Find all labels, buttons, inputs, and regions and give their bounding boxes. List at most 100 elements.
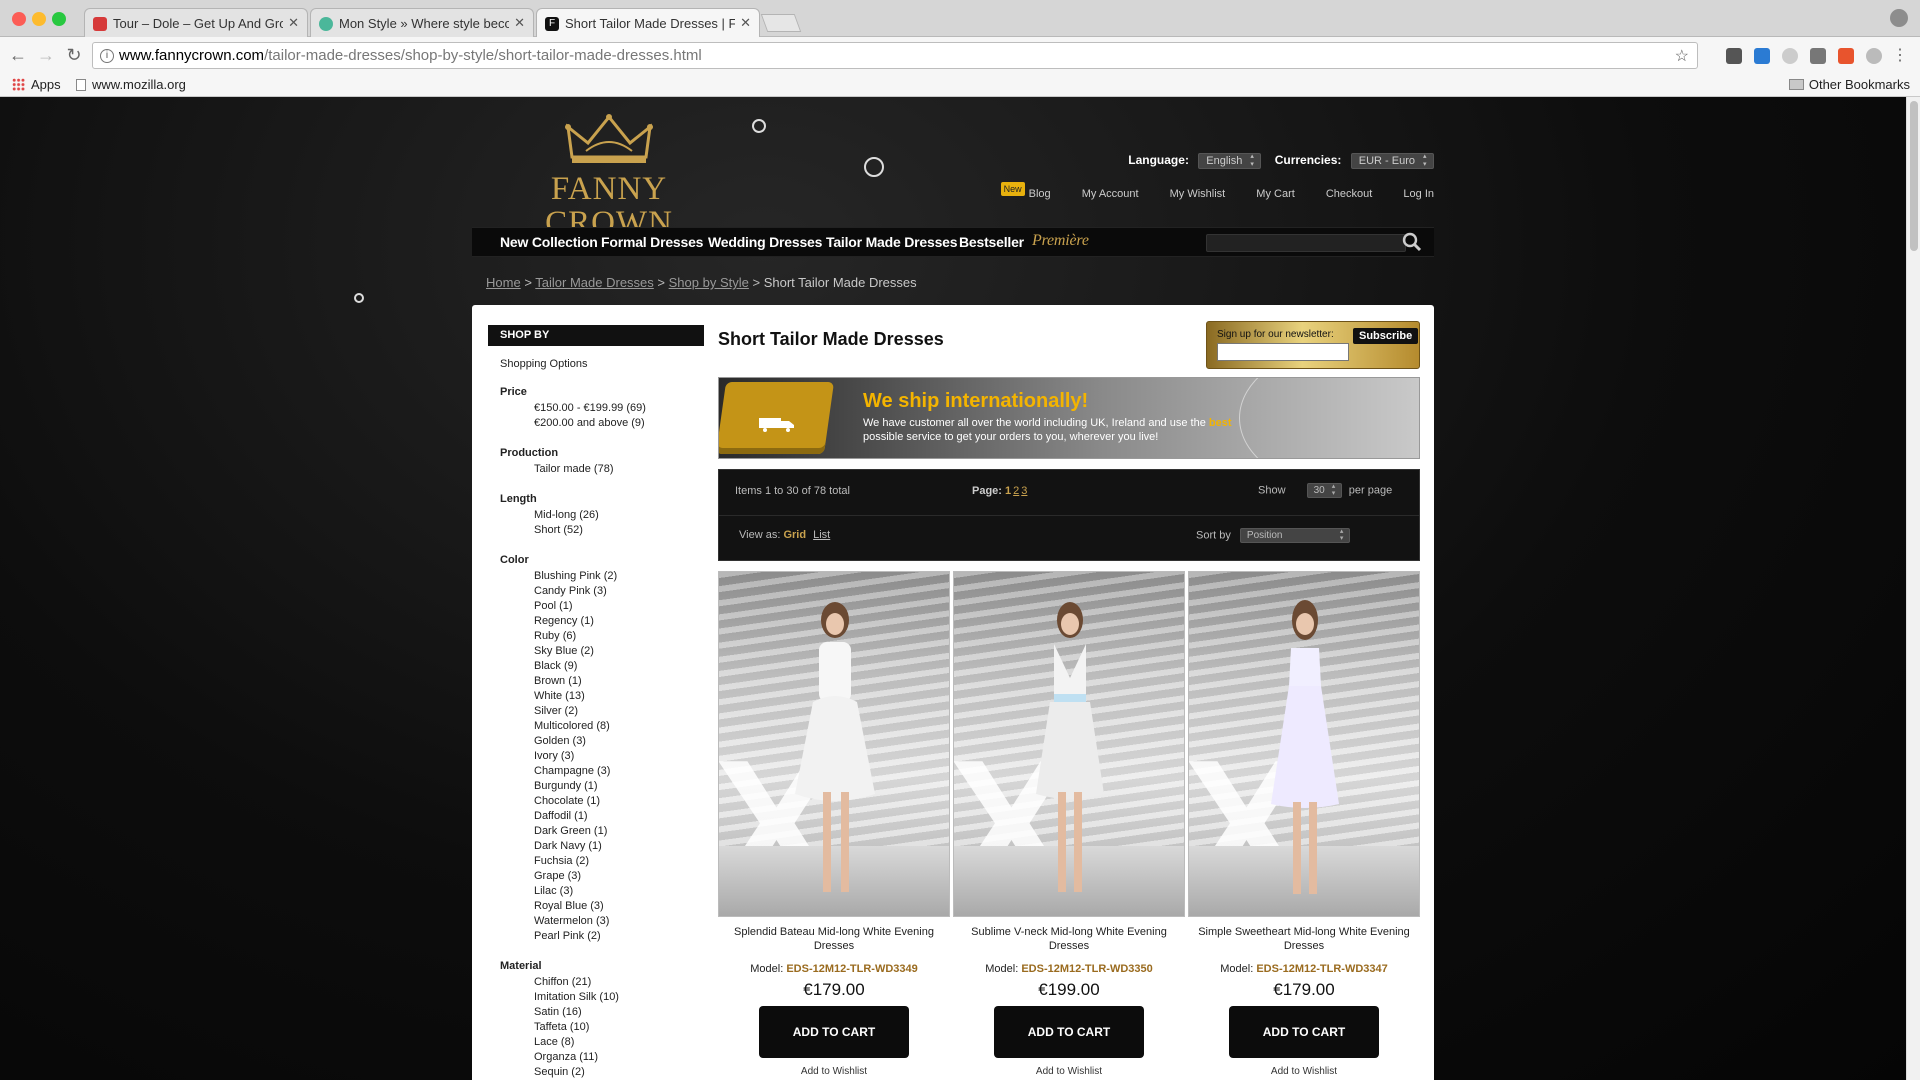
filter-option[interactable]: €150.00 - €199.99 (69) bbox=[534, 401, 704, 416]
maximize-window-button[interactable] bbox=[52, 12, 66, 26]
page-2-link[interactable]: 2 bbox=[1013, 485, 1019, 497]
nav-wedding-dresses[interactable]: Wedding Dresses bbox=[708, 234, 822, 250]
product-image[interactable]: X bbox=[1188, 571, 1420, 917]
menu-kebab-icon[interactable]: ⋮ bbox=[1890, 45, 1910, 65]
bookmark-other[interactable]: Other Bookmarks bbox=[1788, 77, 1910, 92]
filter-option[interactable]: Golden (3) bbox=[534, 734, 704, 749]
add-to-wishlist-link[interactable]: Add to Wishlist bbox=[953, 1066, 1185, 1077]
filter-option[interactable]: Imitation Silk (10) bbox=[534, 990, 704, 1005]
breadcrumb-home[interactable]: Home bbox=[486, 275, 521, 290]
filter-option[interactable]: Brown (1) bbox=[534, 674, 704, 689]
tab-fanny-crown[interactable]: F Short Tailor Made Dresses | Fanny Crow… bbox=[536, 8, 760, 37]
filter-option[interactable]: Chiffon (21) bbox=[534, 975, 704, 990]
minimize-window-button[interactable] bbox=[32, 12, 46, 26]
filter-option[interactable]: Satin (16) bbox=[534, 1005, 704, 1020]
address-bar[interactable]: i www.fannycrown.com/tailor-made-dresses… bbox=[92, 42, 1698, 69]
bookmark-apps[interactable]: Apps bbox=[12, 77, 61, 92]
filter-option[interactable]: Daffodil (1) bbox=[534, 809, 704, 824]
product-image[interactable]: X bbox=[718, 571, 950, 917]
filter-option[interactable]: Dark Navy (1) bbox=[534, 839, 704, 854]
extension-dot-icon[interactable] bbox=[1866, 48, 1882, 64]
add-to-cart-button[interactable]: ADD TO CART bbox=[1229, 1006, 1379, 1058]
filter-option[interactable]: Mid-long (26) bbox=[534, 508, 704, 523]
filter-option[interactable]: Pearl Pink (2) bbox=[534, 929, 704, 944]
nav-premiere[interactable]: Première bbox=[1032, 232, 1089, 250]
tab-mon-style[interactable]: Mon Style » Where style becomes ✕ bbox=[310, 8, 534, 37]
filter-option[interactable]: Burgundy (1) bbox=[534, 779, 704, 794]
page-scrollbar[interactable] bbox=[1906, 97, 1920, 1080]
filter-option[interactable]: Champagne (3) bbox=[534, 764, 704, 779]
reload-icon[interactable]: ↻ bbox=[64, 45, 84, 66]
add-to-wishlist-link[interactable]: Add to Wishlist bbox=[1188, 1066, 1420, 1077]
language-select[interactable]: English bbox=[1198, 153, 1262, 169]
filter-option[interactable]: Ruby (6) bbox=[534, 629, 704, 644]
new-tab-button[interactable] bbox=[760, 14, 802, 32]
info-icon[interactable]: i bbox=[100, 49, 114, 63]
nav-formal-dresses[interactable]: Formal Dresses bbox=[601, 234, 703, 250]
subscribe-button[interactable]: Subscribe bbox=[1353, 328, 1419, 344]
bookmark-star-icon[interactable]: ☆ bbox=[1675, 46, 1689, 66]
product-name[interactable]: Sublime V-neck Mid-long White Evening Dr… bbox=[953, 925, 1185, 953]
breadcrumb-shop-by-style[interactable]: Shop by Style bbox=[669, 275, 749, 290]
log-in-link[interactable]: Log In bbox=[1403, 188, 1434, 200]
product-image[interactable]: X bbox=[953, 571, 1185, 917]
close-tab-icon[interactable]: ✕ bbox=[514, 15, 525, 31]
view-list-link[interactable]: List bbox=[813, 529, 830, 541]
newsletter-email-input[interactable] bbox=[1217, 343, 1349, 361]
filter-option[interactable]: Regency (1) bbox=[534, 614, 704, 629]
forward-arrow-icon[interactable]: → bbox=[36, 45, 56, 66]
nav-tailor-made-dresses[interactable]: Tailor Made Dresses bbox=[826, 234, 958, 250]
filter-option[interactable]: Royal Blue (3) bbox=[534, 899, 704, 914]
filter-option[interactable]: Watermelon (3) bbox=[534, 914, 704, 929]
nav-new-collection[interactable]: New Collection bbox=[500, 234, 598, 250]
profile-icon[interactable] bbox=[1890, 9, 1908, 27]
breadcrumb-tailor-made[interactable]: Tailor Made Dresses bbox=[535, 275, 654, 290]
filter-option[interactable]: White (13) bbox=[534, 689, 704, 704]
filter-option[interactable]: Tailor made (78) bbox=[534, 462, 704, 477]
filter-option[interactable]: Pool (1) bbox=[534, 599, 704, 614]
filter-option[interactable]: Silver (2) bbox=[534, 704, 704, 719]
filter-option[interactable]: Black (9) bbox=[534, 659, 704, 674]
filter-option[interactable]: Blushing Pink (2) bbox=[534, 569, 704, 584]
filter-option[interactable]: Dark Green (1) bbox=[534, 824, 704, 839]
add-to-cart-button[interactable]: ADD TO CART bbox=[759, 1006, 909, 1058]
back-arrow-icon[interactable]: ← bbox=[8, 45, 28, 66]
filter-option[interactable]: Fuchsia (2) bbox=[534, 854, 704, 869]
filter-option[interactable]: Ivory (3) bbox=[534, 749, 704, 764]
per-page-select[interactable]: 30 bbox=[1306, 483, 1342, 498]
my-cart-link[interactable]: My Cart bbox=[1256, 188, 1295, 200]
filter-option[interactable]: Short (52) bbox=[534, 523, 704, 538]
shipping-banner[interactable]: We ship internationally! We have custome… bbox=[718, 377, 1420, 459]
filter-option[interactable]: Organza (11) bbox=[534, 1050, 704, 1065]
filter-option[interactable]: €200.00 and above (9) bbox=[534, 416, 704, 431]
filter-option[interactable]: Candy Pink (3) bbox=[534, 584, 704, 599]
filter-option[interactable]: Chocolate (1) bbox=[534, 794, 704, 809]
close-window-button[interactable] bbox=[12, 12, 26, 26]
tab-dole[interactable]: Tour – Dole – Get Up And Grow ✕ bbox=[84, 8, 308, 37]
close-tab-icon[interactable]: ✕ bbox=[288, 15, 299, 31]
bookmark-mozilla[interactable]: www.mozilla.org bbox=[76, 77, 186, 92]
checkout-link[interactable]: Checkout bbox=[1326, 188, 1372, 200]
add-to-cart-button[interactable]: ADD TO CART bbox=[994, 1006, 1144, 1058]
my-account-link[interactable]: My Account bbox=[1082, 188, 1139, 200]
blog-link[interactable]: Blog bbox=[1029, 188, 1051, 200]
add-to-wishlist-link[interactable]: Add to Wishlist bbox=[718, 1066, 950, 1077]
extension-magento-icon[interactable] bbox=[1838, 48, 1854, 64]
search-input[interactable] bbox=[1206, 234, 1406, 252]
sort-by-select[interactable]: Position bbox=[1239, 528, 1350, 543]
extension-shield-icon[interactable] bbox=[1810, 48, 1826, 64]
cast-icon[interactable] bbox=[1726, 48, 1742, 64]
extension-calendar-icon[interactable] bbox=[1754, 48, 1770, 64]
nav-bestseller[interactable]: Bestseller bbox=[959, 234, 1024, 250]
filter-option[interactable]: Lilac (3) bbox=[534, 884, 704, 899]
search-icon[interactable] bbox=[1402, 232, 1422, 252]
filter-option[interactable]: Sequin (2) bbox=[534, 1065, 704, 1080]
filter-option[interactable]: Grape (3) bbox=[534, 869, 704, 884]
page-3-link[interactable]: 3 bbox=[1021, 485, 1027, 497]
filter-option[interactable]: Taffeta (10) bbox=[534, 1020, 704, 1035]
my-wishlist-link[interactable]: My Wishlist bbox=[1170, 188, 1226, 200]
scrollbar-thumb[interactable] bbox=[1910, 101, 1918, 251]
product-name[interactable]: Simple Sweetheart Mid-long White Evening… bbox=[1188, 925, 1420, 953]
product-name[interactable]: Splendid Bateau Mid-long White Evening D… bbox=[718, 925, 950, 953]
filter-option[interactable]: Sky Blue (2) bbox=[534, 644, 704, 659]
